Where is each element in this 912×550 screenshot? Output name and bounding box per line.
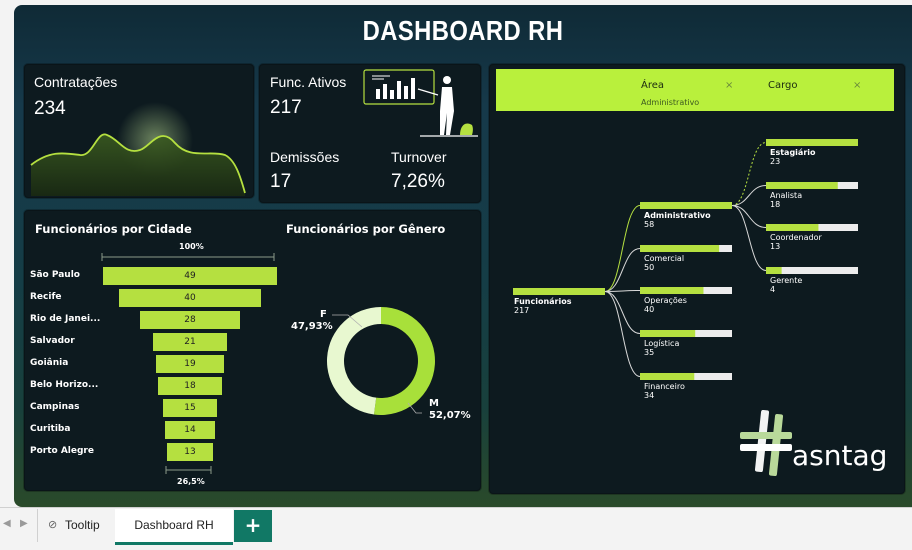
tab-scroll-right-icon[interactable]: ▶ — [20, 518, 28, 529]
funnel-bar[interactable]: 15 — [163, 399, 217, 417]
funnel-bracket-bottom — [165, 466, 212, 474]
gender-leader-lines — [332, 314, 422, 414]
tab-scroll-left-icon[interactable]: ◀ — [3, 518, 11, 529]
tree-root-label: Funcionários 217 — [514, 297, 572, 315]
funnel-city-label: Belo Horizo... — [30, 380, 99, 390]
funnel-bar[interactable]: 19 — [156, 355, 224, 373]
gender-m-value: 52,07% — [429, 410, 471, 421]
hiring-trend-sparkline — [30, 102, 246, 196]
funnel-city-label: Porto Alegre — [30, 446, 94, 456]
hashtag-logo: asntag — [740, 410, 887, 477]
gender-f-label: F — [320, 309, 340, 321]
tree-area-label: Administrativo 58 — [644, 211, 711, 229]
card-cidade-genero[interactable]: Funcionários por Cidade Funcionários por… — [24, 210, 481, 491]
tree-cargo-label: Analista 18 — [770, 191, 803, 209]
hashtag-logo-text: asntag — [792, 439, 887, 472]
funnel-bar[interactable]: 18 — [158, 377, 222, 395]
tree-cargo-label: Coordenador 13 — [770, 233, 822, 251]
funnel-bar[interactable]: 40 — [118, 289, 261, 307]
funnel-city-label: Salvador — [30, 336, 75, 346]
tree-area-label: Operações 40 — [644, 296, 687, 314]
tab-tooltip[interactable]: ⊘ Tooltip — [37, 509, 116, 542]
tree-area-label: Logística 35 — [644, 339, 680, 357]
add-page-button[interactable]: + — [234, 510, 272, 542]
gender-title: Funcionários por Gênero — [286, 222, 446, 236]
hidden-eye-icon: ⊘ — [48, 519, 58, 531]
presenter-chart-icon — [363, 69, 478, 137]
funnel-city-label: São Paulo — [30, 270, 80, 280]
funnel-city-label: Goiânia — [30, 358, 69, 368]
funnel-bar[interactable]: 14 — [165, 421, 215, 439]
tree-cargo-label: Estagiário 23 — [770, 148, 816, 166]
gender-f-value: 47,93% — [291, 321, 333, 332]
funnel-bar[interactable]: 21 — [152, 333, 228, 351]
gender-m-label: M — [429, 398, 439, 409]
tab-dashboard-rh-label: Dashboard RH — [134, 518, 214, 532]
tab-tooltip-label: Tooltip — [65, 518, 100, 532]
funnel-city-label: Curitiba — [30, 424, 71, 434]
dashboard-canvas: DASHBOARD RH Contratações 234 Func. Ativ… — [14, 5, 912, 507]
funnel-city-label: Rio de Janei... — [30, 314, 101, 324]
report-tab-bar: ◀ ▶ ⊘ Tooltip Dashboard RH + — [0, 507, 912, 550]
kpi-ativos-label: Func. Ativos — [270, 74, 347, 90]
tab-dashboard-rh[interactable]: Dashboard RH — [115, 509, 233, 545]
kpi-ativos-value: 217 — [270, 97, 302, 118]
kpi-turnover-label: Turnover — [391, 149, 447, 165]
card-decomposition-tree[interactable]: Área Administrativo × Cargo × Funcionári… — [489, 64, 905, 494]
kpi-turnover-value: 7,26% — [391, 171, 445, 192]
card-ativos[interactable]: Func. Ativos 217 Demissões 17 Turnover 7… — [259, 64, 481, 203]
tree-area-label: Financeiro 34 — [644, 382, 685, 400]
tree-cargo-label: Gerente 4 — [770, 276, 803, 294]
dashboard-title: DASHBOARD RH — [362, 15, 564, 46]
funnel-bar[interactable]: 49 — [103, 267, 277, 285]
kpi-demissoes-value: 17 — [270, 171, 292, 192]
gender-f-letter: F — [320, 309, 327, 320]
funnel-city-label: Recife — [30, 292, 62, 302]
kpi-demissoes-label: Demissões — [270, 149, 340, 165]
funnel-city-label: Campinas — [30, 402, 80, 412]
city-funnel-chart: São Paulo 49 Recife 40 Rio de Janei... 28 Salv… — [25, 211, 285, 490]
funnel-bar[interactable]: 28 — [140, 311, 240, 329]
funnel-bar[interactable]: 13 — [166, 443, 214, 461]
card-contratacoes[interactable]: Contratações 234 — [24, 64, 254, 198]
funnel-bottom-percent: 26,5% — [177, 477, 205, 486]
tree-area-label: Comercial 50 — [644, 254, 685, 272]
